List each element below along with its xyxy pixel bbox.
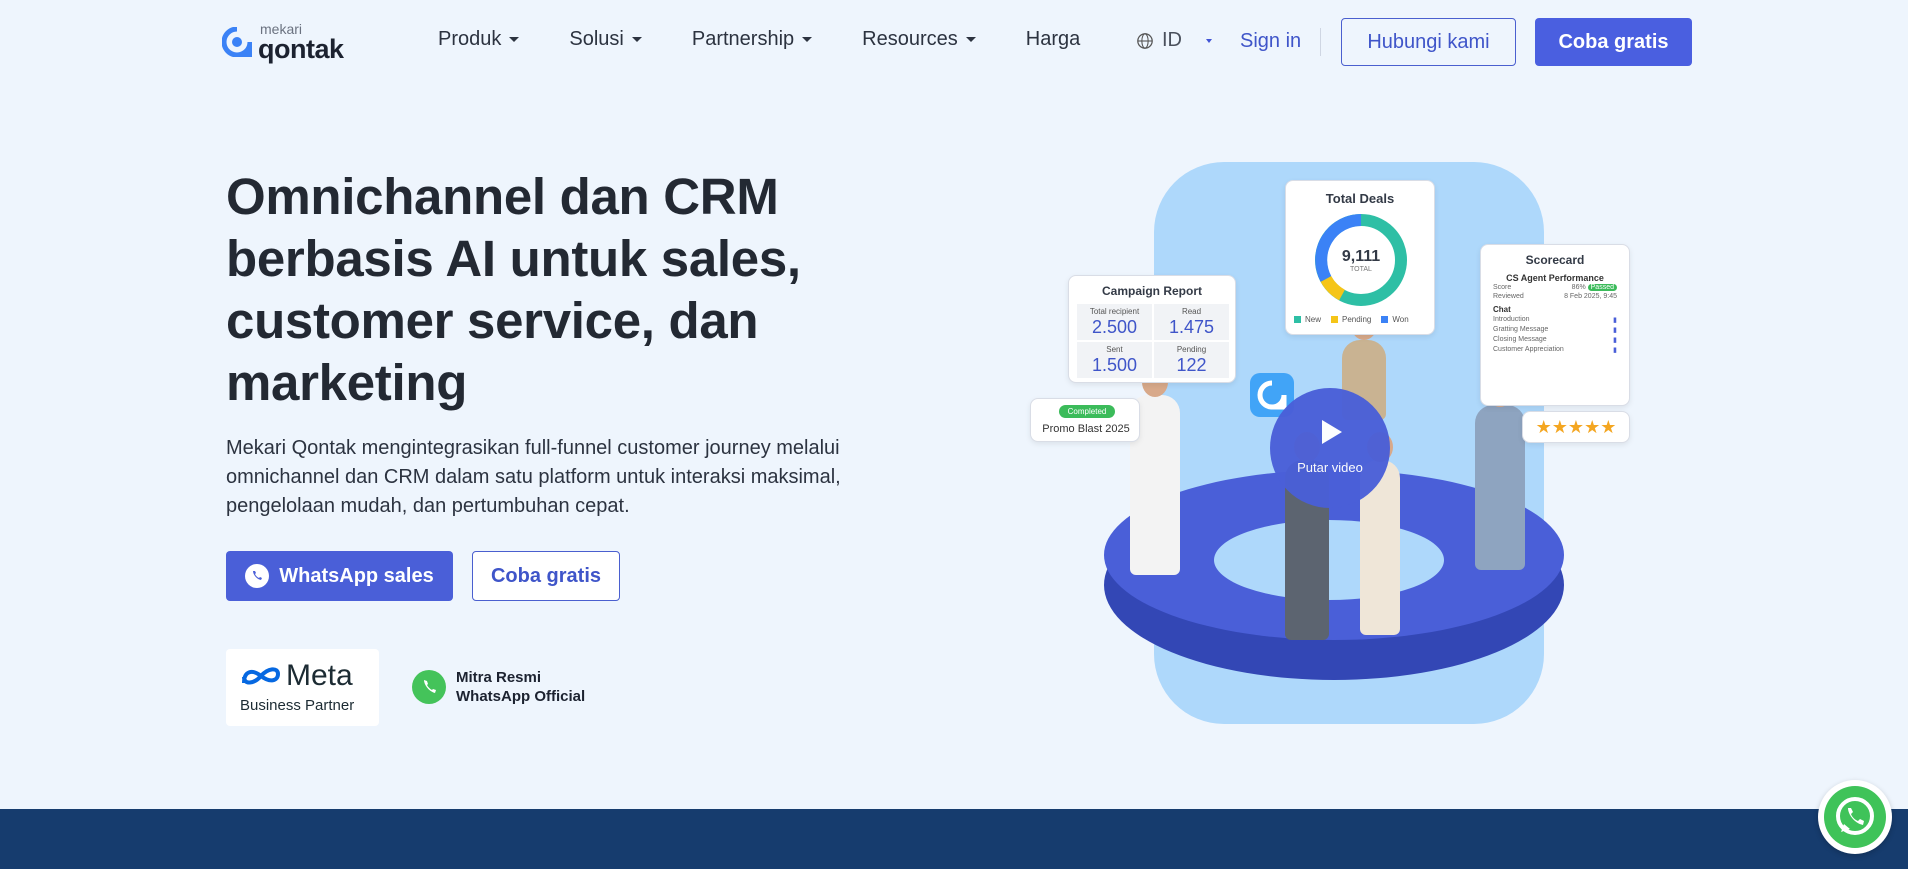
scorecard-card: Scorecard CS Agent Performance Score 86% … <box>1480 244 1630 406</box>
wa-official-line1: Mitra Resmi <box>456 669 542 686</box>
menu-label: Harga <box>1025 28 1081 50</box>
qontak-logo-icon <box>221 26 253 58</box>
total-deals-card: Total Deals 9,111 TOTAL New Pending Won <box>1285 180 1435 335</box>
menu-label: Produk <box>438 28 502 50</box>
scorecard-chat-item: Introduction ▮ <box>1493 316 1617 324</box>
scorecard-score-row: Score 86% Passed <box>1481 283 1629 292</box>
scorecard-subtitle: CS Agent Performance <box>1506 273 1604 283</box>
legend-pending: Pending <box>1331 315 1371 324</box>
sign-in-link[interactable]: Sign in <box>1240 30 1301 53</box>
scorecard-title: Scorecard <box>1525 253 1585 267</box>
language-selector[interactable]: ID <box>1136 29 1212 52</box>
menu-item-produk[interactable]: Produk <box>438 28 520 51</box>
play-video-button[interactable]: Putar video <box>1270 388 1390 508</box>
whatsapp-official-badge: Mitra Resmi WhatsApp Official <box>412 668 585 706</box>
menu-item-harga[interactable]: Harga <box>1026 28 1080 51</box>
legend-won: Won <box>1381 315 1409 324</box>
whatsapp-icon <box>1824 786 1886 848</box>
hero-title: Omnichannel dan CRM berbasis AI untuk sa… <box>226 168 801 411</box>
menu-item-solusi[interactable]: Solusi <box>569 28 642 51</box>
promo-blast-label: Promo Blast 2025 <box>1042 423 1130 435</box>
play-icon <box>1322 420 1342 444</box>
whatsapp-logo-icon <box>412 670 446 704</box>
campaign-report-card: Campaign Report Total recipient 2.500 Rea… <box>1068 275 1236 383</box>
hero-illustration: Total Deals 9,111 TOTAL New Pending Won … <box>1030 160 1630 730</box>
scorecard-reviewed-row: Reviewed 8 Feb 2025, 9:45 <box>1493 293 1617 300</box>
floating-whatsapp-button[interactable] <box>1818 780 1892 854</box>
person-seated-right <box>1475 377 1525 570</box>
deals-legend: New Pending Won <box>1294 315 1409 324</box>
deals-donut-chart: 9,111 TOTAL <box>1314 213 1408 307</box>
menu-item-partnership[interactable]: Partnership <box>691 28 813 51</box>
hero-description: Mekari Qontak mengintegrasikan full-funn… <box>226 437 841 517</box>
passed-badge: Passed <box>1587 284 1617 291</box>
meta-logo-text: Meta <box>286 659 353 692</box>
meta-logo: Meta <box>240 659 353 693</box>
try-free-hero-button[interactable]: Coba gratis <box>472 551 620 601</box>
promo-blast-card: Completed Promo Blast 2025 <box>1030 398 1140 442</box>
try-free-nav-button[interactable]: Coba gratis <box>1535 18 1692 66</box>
campaign-cell: Pending 122 <box>1154 342 1229 378</box>
chevron-down-icon <box>802 37 813 42</box>
top-navbar: mekari qontak Produk Solusi Partnership … <box>0 0 1908 84</box>
chevron-down-icon <box>631 37 642 42</box>
deals-total-label: TOTAL <box>1350 266 1372 273</box>
scorecard-chat-item: Closing Message ▮ <box>1493 336 1617 344</box>
menu-label: Resources <box>862 28 958 50</box>
chevron-down-icon <box>965 37 976 42</box>
chevron-down-icon <box>1206 38 1212 43</box>
scorecard-chat-item: Gratting Message ▮ <box>1493 326 1617 334</box>
main-menu: Produk Solusi Partnership Resources Harg… <box>438 28 1130 51</box>
mekari-qontak-logo[interactable]: mekari qontak <box>221 20 344 64</box>
menu-label: Solusi <box>569 28 624 50</box>
wa-official-line2: WhatsApp Official <box>456 688 586 705</box>
campaign-cell: Total recipient 2.500 <box>1077 304 1152 340</box>
legend-new: New <box>1294 315 1321 324</box>
deals-total-value: 9,111 <box>1341 248 1381 265</box>
globe-icon <box>1137 32 1153 49</box>
nav-divider <box>1320 28 1321 56</box>
qontak-platform-hole <box>1214 520 1444 600</box>
contact-us-button[interactable]: Hubungi kami <box>1341 18 1516 66</box>
whatsapp-sales-label: WhatsApp sales <box>279 564 434 587</box>
footer-band <box>0 809 1908 869</box>
meta-business-partner-badge: Meta Business Partner <box>226 649 379 726</box>
meta-infinity-icon <box>242 667 281 685</box>
scorecard-chat-item: Customer Appreciation ▮ <box>1493 346 1617 354</box>
play-video-label: Putar video <box>1297 460 1363 475</box>
total-deals-title: Total Deals <box>1325 191 1395 206</box>
whatsapp-sales-button[interactable]: WhatsApp sales <box>226 551 453 601</box>
chevron-down-icon <box>509 37 520 42</box>
menu-label: Partnership <box>691 28 795 50</box>
campaign-cell: Sent 1.500 <box>1077 342 1152 378</box>
campaign-cell: Read 1.475 <box>1154 304 1229 340</box>
language-label: ID <box>1162 29 1182 51</box>
rating-stars: ★★★★★ <box>1522 411 1630 443</box>
meta-partner-subtitle: Business Partner <box>240 697 355 714</box>
completed-badge: Completed <box>1059 405 1115 418</box>
scorecard-chat-heading: Chat <box>1493 305 1511 314</box>
whatsapp-icon <box>245 564 270 588</box>
menu-item-resources[interactable]: Resources <box>862 28 976 51</box>
logo-big-text: qontak <box>258 33 344 64</box>
campaign-report-title: Campaign Report <box>1101 284 1202 298</box>
